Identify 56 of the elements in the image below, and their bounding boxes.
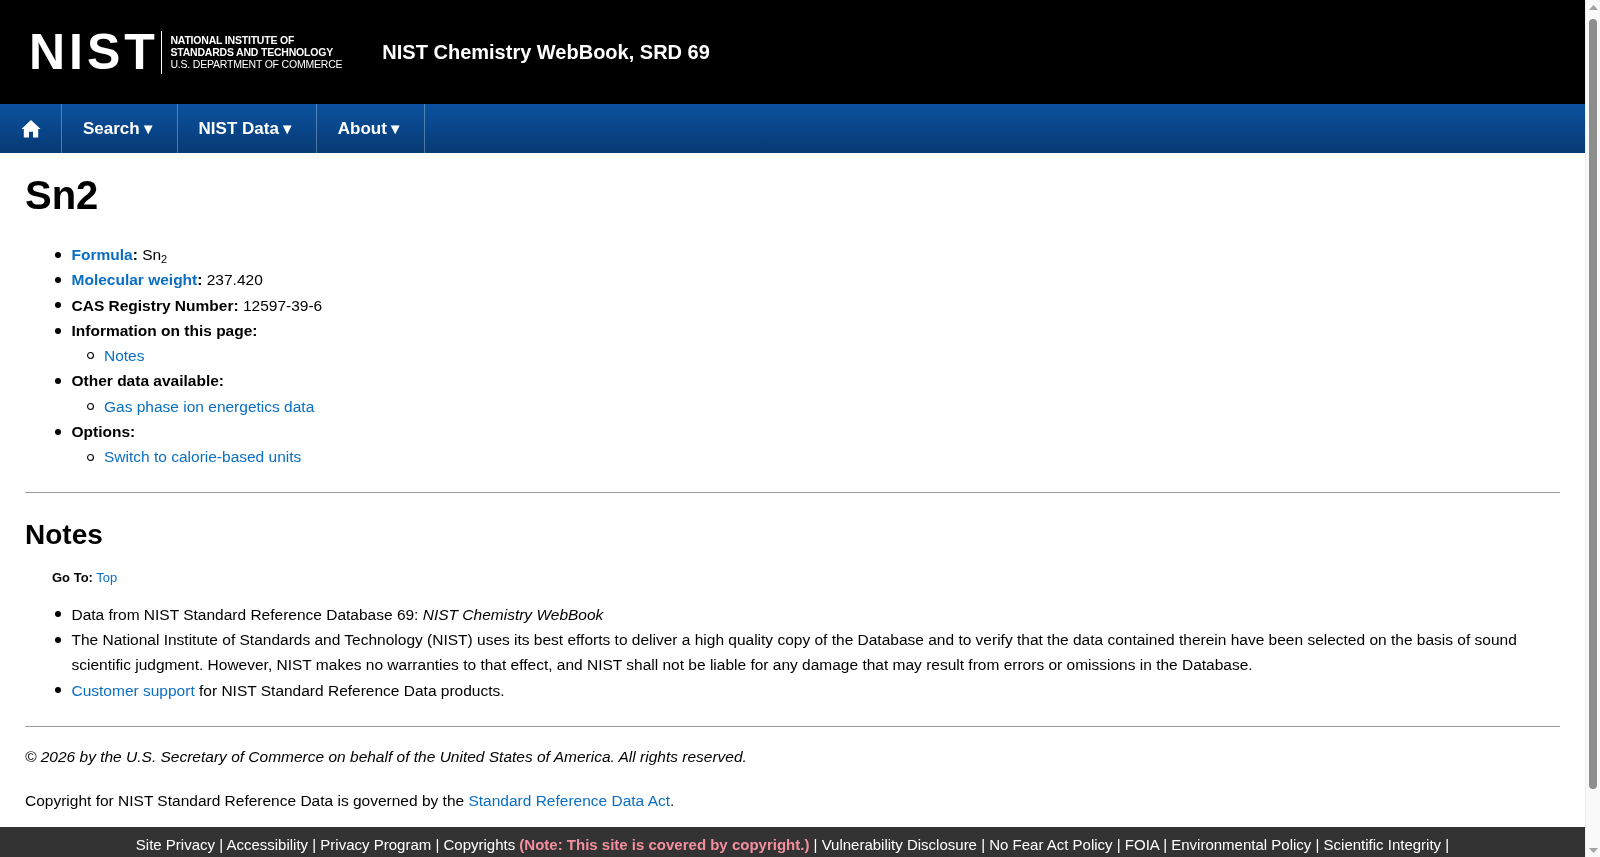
footer-link[interactable]: FOIA bbox=[1124, 835, 1159, 853]
nav-menu-button[interactable]: About▼ bbox=[316, 104, 425, 153]
up-arrow-icon[interactable] bbox=[1588, 5, 1598, 10]
page-title: Sn2 bbox=[25, 172, 99, 219]
section-heading: Notes bbox=[25, 517, 103, 552]
section-link[interactable]: Switch to calorie-based units bbox=[104, 444, 302, 470]
go-to-text: Go To: Top bbox=[52, 568, 118, 587]
footer-link[interactable]: Privacy Program bbox=[320, 835, 432, 853]
footer-link[interactable]: Environmental Policy bbox=[1171, 835, 1312, 853]
copyright-notice: © 2026 by the U.S. Secretary of Commerce on behalf of the United States of America. All rights reserved. bbox=[25, 746, 747, 767]
nav-menu-button[interactable]: Search▼ bbox=[62, 104, 178, 153]
property-link[interactable]: Molecular weight bbox=[71, 271, 198, 289]
circle-bullet-icon bbox=[86, 402, 94, 410]
section-link[interactable]: Gas phase ion energetics data bbox=[104, 393, 315, 420]
property-text: CAS Registry Number: 12597-39-6 bbox=[71, 295, 323, 316]
section-label: Options: bbox=[71, 422, 136, 443]
nav-menu-button[interactable]: NIST Data▼ bbox=[177, 104, 317, 153]
bullet-icon bbox=[55, 687, 61, 694]
circle-bullet-icon bbox=[86, 453, 94, 461]
section-link[interactable]: Notes bbox=[104, 343, 145, 369]
circle-bullet-icon bbox=[86, 352, 94, 360]
note-text: Customer support for NIST Standard Reference Data products. bbox=[71, 680, 505, 701]
bullet-icon bbox=[55, 611, 61, 618]
scrollbar-thumb[interactable] bbox=[1589, 19, 1597, 789]
bullet-icon bbox=[55, 276, 61, 283]
footer-link[interactable]: Vulnerability Disclosure bbox=[821, 835, 977, 853]
section-label: Information on this page: bbox=[71, 320, 258, 341]
copyright-statement: Copyright for NIST Standard Reference Data is governed by the Standard Reference Data Act. bbox=[25, 790, 675, 811]
property-link[interactable]: Formula bbox=[71, 246, 133, 263]
bullet-icon bbox=[55, 251, 61, 258]
note-text: Data from NIST Standard Reference Database 69: NIST Chemistry WebBook bbox=[71, 604, 604, 625]
section-label: Other data available: bbox=[71, 371, 224, 392]
home-icon bbox=[20, 119, 41, 138]
property-text: Formula: Sn$_{2}$ bbox=[71, 245, 168, 267]
footer-link[interactable]: No Fear Act Policy bbox=[989, 835, 1113, 853]
logo-wordmark: NIST bbox=[29, 27, 159, 77]
bullet-icon bbox=[55, 302, 61, 309]
footer-links: Site Privacy | Accessibility | Privacy Program | Copyrights (Note: This site is covered by copyright.) | Vulnerability Disclosure | No Fear Act Policy | FOIA | Environmental Policy | Scientific Integrity | bbox=[135, 834, 1450, 854]
note-link[interactable]: Customer support bbox=[71, 681, 195, 699]
logo-text: STANDARDS AND TECHNOLOGY bbox=[170, 46, 334, 58]
logo-text: NATIONAL INSTITUTE OF bbox=[170, 34, 295, 46]
bullet-icon bbox=[55, 636, 61, 643]
footer-link[interactable]: Accessibility bbox=[226, 835, 309, 853]
scrollbar[interactable] bbox=[1585, 0, 1600, 857]
site-title[interactable]: NIST Chemistry WebBook, SRD 69 bbox=[382, 40, 710, 64]
logo-text: U.S. DEPARTMENT OF COMMERCE bbox=[170, 58, 343, 70]
bullet-icon bbox=[55, 327, 61, 334]
footer-link[interactable]: Copyrights bbox=[443, 835, 516, 853]
property-text: Molecular weight: 237.420 bbox=[71, 270, 263, 291]
go-to-link[interactable]: Top bbox=[96, 569, 118, 585]
footer-link[interactable]: Scientific Integrity bbox=[1323, 835, 1442, 853]
down-arrow-icon[interactable] bbox=[1588, 848, 1598, 853]
bullet-icon bbox=[55, 378, 61, 385]
bullet-icon bbox=[55, 428, 61, 435]
note-text: The National Institute of Standards and Technology (NIST) uses its best efforts to deliver a high quality copy of the Database and to verify that the data contained therein have been selected on the basis of sound scientific judgment. However, NIST makes no warranties to that effect, and NIST shall not be liable for any damage that may result from errors or omissions in the Database. bbox=[71, 629, 1518, 676]
footer-link[interactable]: Site Privacy bbox=[135, 835, 216, 853]
